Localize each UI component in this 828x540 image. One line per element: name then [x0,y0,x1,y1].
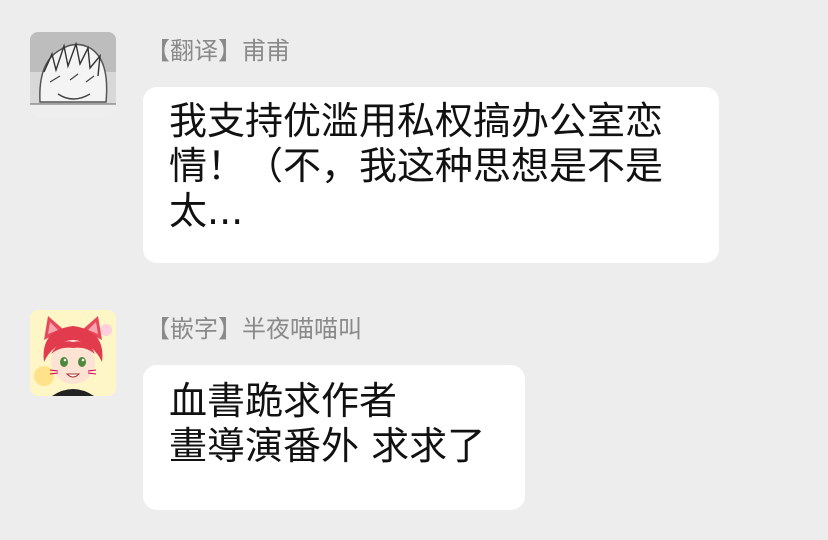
cat-ear-girl-avatar-icon[interactable] [30,310,116,396]
message-line: 血書跪求作者 [169,379,398,423]
message-line: 情！（不，我这种思想是不是 [169,144,664,188]
sender-name: 【嵌字】半夜喵喵叫 [146,315,362,343]
sender-name: 【翻译】甫甫 [146,37,290,65]
message-line: 畫導演番外 求求了 [169,424,486,468]
message-bubble[interactable]: 血書跪求作者 畫導演番外 求求了 [143,365,525,510]
message-line: 太... [169,189,244,233]
manga-character-avatar-icon[interactable] [30,32,116,118]
message-bubble[interactable]: 我支持优滥用私权搞办公室恋 情！（不，我这种思想是不是 太... [143,87,719,263]
message-line: 我支持优滥用私权搞办公室恋 [169,99,664,143]
